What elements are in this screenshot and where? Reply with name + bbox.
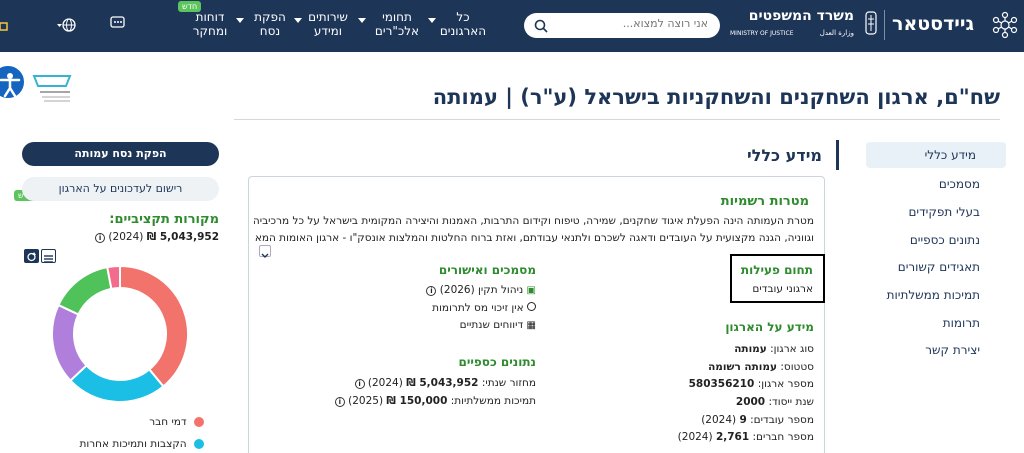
donut-slice-1[interactable] xyxy=(69,364,165,403)
search-input[interactable] xyxy=(548,17,708,30)
cart-icon[interactable] xyxy=(0,18,8,31)
fin-row-gov-support: תמיכות ממשלתיות: 150,000 ₪ (2025) i xyxy=(334,395,536,407)
org-info-row: מספר ארגון: 580356210 xyxy=(688,378,814,390)
donut-slice-3[interactable] xyxy=(57,266,113,316)
budget-sources-title: מקורות תקציביים: xyxy=(109,212,219,227)
docs-title: מסמכים ואישורים xyxy=(438,263,536,277)
sidebar-item-donations[interactable]: תרומות xyxy=(822,316,980,330)
legend-color-dot xyxy=(194,417,204,427)
legend-item: הקצבות ותמיכות אחרות xyxy=(79,438,204,450)
financials-title: נתונים כספיים xyxy=(458,355,536,369)
ministry-name-he: משרד המשפטים xyxy=(748,8,854,24)
doc-item-annual-reports[interactable]: ▦ דיווחים שנתיים xyxy=(460,319,536,331)
org-info-row: סטטוס: עמותה רשומה xyxy=(708,361,814,373)
activity-field-title: תחום פעילות xyxy=(740,263,813,277)
refresh-chart-icon[interactable] xyxy=(24,249,39,263)
nav-produce-extract[interactable]: הפקת נסח xyxy=(250,10,290,38)
sidebar-item-financials[interactable]: נתונים כספיים xyxy=(822,233,980,247)
guidestar-logo-icon[interactable] xyxy=(990,10,1020,40)
donut-slice-0[interactable] xyxy=(119,264,189,388)
goals-text-line2: וגווניה, הגנה מקצועית על העובדים ודאגה ל… xyxy=(254,232,814,244)
fin-row-turnover: מחזור שנתי: 5,043,952 ₪ (2024) i xyxy=(354,377,536,389)
circle-icon xyxy=(527,302,536,311)
goals-title: מטרות רשמיות xyxy=(720,194,809,209)
subscribe-updates-button[interactable]: רישום לעדכונים על הארגון xyxy=(22,177,219,201)
doc-item-tax[interactable]: אין זיכוי מס לתרומות xyxy=(432,302,536,314)
nav-all-orgs[interactable]: כל הארגונים xyxy=(438,10,488,38)
legend-item: דמי חבר xyxy=(149,416,204,428)
sidebar-item-general-info[interactable]: מידע כללי xyxy=(866,142,1006,168)
info-icon[interactable]: i xyxy=(95,233,106,243)
search-icon[interactable] xyxy=(534,18,548,37)
calendar-icon: ▦ xyxy=(526,320,536,331)
org-info-title: מידע על הארגון xyxy=(725,320,814,334)
general-info-card: מטרות רשמיות מטרת העמותה הינה הפעלת איגו… xyxy=(248,176,825,453)
info-icon[interactable]: i xyxy=(426,286,437,296)
page-title: שח"ם, ארגון השחקנים והשחקניות בישראל (ע"… xyxy=(432,85,1000,109)
brand-name[interactable]: גיידסטאר xyxy=(892,13,974,35)
chat-icon[interactable] xyxy=(110,16,126,32)
list-view-icon[interactable] xyxy=(41,249,56,263)
sidebar-item-gov-support[interactable]: תמיכות ממשלתיות xyxy=(822,288,980,302)
org-info-row: מספר עובדים: 9 (2024) xyxy=(701,414,814,426)
divider xyxy=(234,119,1000,120)
info-icon[interactable]: i xyxy=(354,379,365,389)
org-logo xyxy=(30,74,78,110)
legend-color-dot xyxy=(194,439,204,449)
sidebar-item-officers[interactable]: בעלי תפקידים xyxy=(822,205,980,219)
certificate-icon: ▣ xyxy=(526,285,536,296)
search-box[interactable] xyxy=(524,13,720,38)
doc-item-management[interactable]: ▣ ניהול תקין (2026) i xyxy=(426,284,536,296)
sidebar-item-documents[interactable]: מסמכים xyxy=(822,177,980,191)
activity-field-value[interactable]: ארגוני עובדים xyxy=(752,283,813,295)
nav-fields[interactable]: תחומי אלכ"רים xyxy=(374,10,420,38)
chevron-down-icon xyxy=(428,18,436,23)
org-info-row: סוג ארגון: עמותה xyxy=(734,343,814,355)
ministry-logo[interactable]: משרד המשפטים MINISTRY OF JUSTICE وزارة ا… xyxy=(730,6,860,46)
budget-sources-total: 5,043,952 ₪ (2024) i xyxy=(95,231,219,243)
nav-reports[interactable]: דוחות ומחקר xyxy=(190,10,230,38)
chevron-down-icon xyxy=(358,18,366,23)
nav-services[interactable]: שירותים ומידע xyxy=(306,10,350,38)
expand-chevron-icon[interactable] xyxy=(259,245,271,258)
section-marker xyxy=(836,140,839,170)
info-icon[interactable]: i xyxy=(334,397,345,407)
chevron-down-icon xyxy=(294,18,302,23)
state-emblem-icon xyxy=(864,10,878,38)
activity-field-box: תחום פעילות ארגוני עובדים xyxy=(730,254,825,303)
section-title: מידע כללי xyxy=(746,146,822,165)
top-navigation-bar: חדש דוחות ומחקר הפקת נסח שירותים ומידע תחומ… xyxy=(0,0,1024,52)
goals-text-line1: מטרת העמותה הינה הפעלת איגוד שחקנים, שמי… xyxy=(254,215,814,227)
org-info-row: שנת ייסוד: 2000 xyxy=(735,396,814,408)
chevron-down-icon xyxy=(236,18,244,23)
budget-donut-chart xyxy=(51,264,189,403)
produce-extract-button[interactable]: הפקת נסח עמותה xyxy=(22,142,219,166)
sidebar-item-contact[interactable]: יצירת קשר xyxy=(822,343,980,357)
sidebar-item-related-corps[interactable]: תאגידים קשורים xyxy=(822,260,980,274)
language-globe-icon[interactable] xyxy=(56,15,84,35)
divider xyxy=(884,10,885,40)
org-info-row: מספר חברים: 2,761 (2024) xyxy=(677,431,814,443)
donut-slice-2[interactable] xyxy=(51,303,88,382)
ministry-name-ar: وزارة العدل xyxy=(819,29,854,37)
ministry-name-en: MINISTRY OF JUSTICE xyxy=(730,30,794,37)
accessibility-icon[interactable] xyxy=(0,64,26,100)
